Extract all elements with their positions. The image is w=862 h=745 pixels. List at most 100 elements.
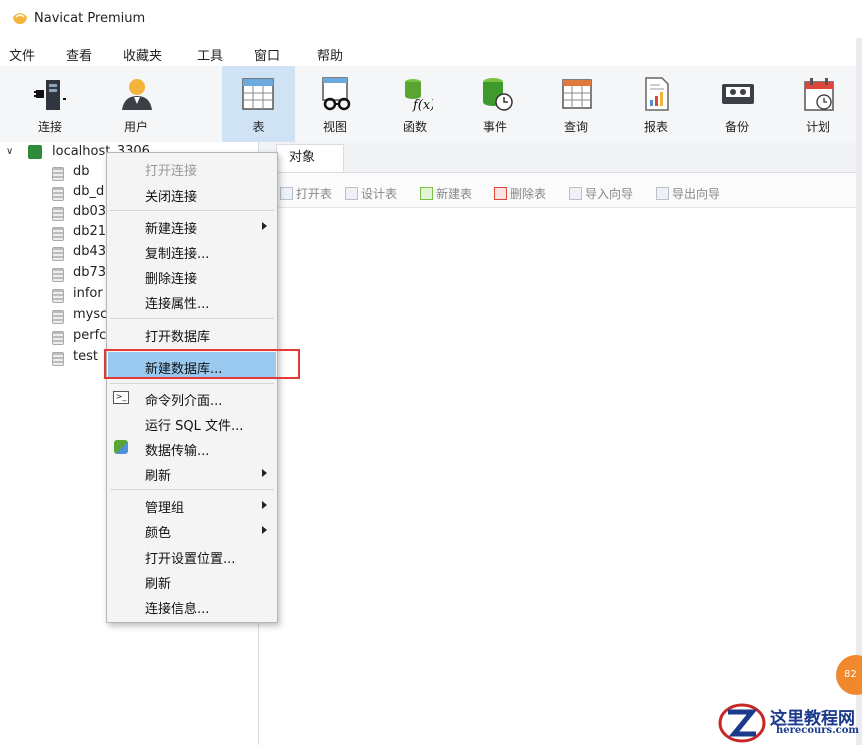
menu-view[interactable]: 查看 (66, 45, 92, 64)
chevron-down-icon[interactable]: ∨ (6, 146, 13, 157)
menu-open-connection[interactable]: 打开连接 (145, 160, 197, 179)
database-icon (52, 268, 64, 282)
tree-db-test[interactable]: test (73, 349, 98, 369)
menu-favorites[interactable]: 收藏夹 (123, 45, 162, 64)
menu-refresh-submenu[interactable]: 刷新 (145, 465, 171, 484)
menu-separator (110, 489, 274, 490)
design-table-button[interactable]: 设计表 (345, 185, 397, 202)
menu-refresh[interactable]: 刷新 (145, 573, 171, 592)
function-icon: f(x) (405, 79, 433, 112)
database-icon (52, 247, 64, 261)
toolbar-function-button[interactable]: f(x) 函数 (382, 66, 448, 142)
menu-separator (110, 210, 274, 211)
navicat-logo-icon (13, 13, 27, 24)
toolbar-view-button[interactable]: 视图 (302, 66, 368, 142)
view-glasses-icon (322, 77, 351, 111)
toolbar-connection-label: 连接 (37, 120, 62, 134)
database-icon (52, 331, 64, 345)
menu-manage-group[interactable]: 管理组 (145, 497, 184, 516)
menu-delete-connection[interactable]: 删除连接 (145, 268, 197, 287)
tree-db-db_d[interactable]: db_d (73, 184, 104, 204)
tree-db-db[interactable]: db (73, 164, 90, 184)
table-icon (242, 78, 274, 110)
backup-icon (722, 84, 754, 104)
menu-command-line[interactable]: 命令列介面... (145, 390, 222, 409)
toolbar-backup-button[interactable]: 备份 (704, 66, 770, 142)
toolbar-report-button[interactable]: 报表 (623, 66, 689, 142)
menu-file[interactable]: 文件 (9, 45, 35, 64)
watermark-url: herecours.com (776, 725, 860, 736)
open-table-icon (280, 187, 293, 200)
menu-open-settings-location[interactable]: 打开设置位置... (145, 548, 235, 567)
query-icon (562, 79, 592, 109)
menu-connection-properties[interactable]: 连接属性... (145, 293, 209, 312)
menu-color[interactable]: 颜色 (145, 522, 171, 541)
tree-db-information[interactable]: infor (73, 286, 103, 306)
svg-text:f(x): f(x) (412, 98, 433, 112)
toolbar-function-label: 函数 (402, 120, 427, 134)
tree-db-db03[interactable]: db03 (73, 204, 106, 224)
tree-db-db73[interactable]: db73 (73, 265, 106, 285)
import-wizard-button[interactable]: 导入向导 (569, 185, 633, 202)
database-icon (52, 289, 64, 303)
toolbar-query-button[interactable]: 查询 (543, 66, 609, 142)
import-icon (569, 187, 582, 200)
toolbar-view-label: 视图 (322, 120, 347, 134)
highlight-annotation-box (104, 349, 300, 379)
title-bar: Navicat Premium (0, 0, 862, 38)
delete-table-label: 删除表 (510, 187, 547, 201)
toolbar-event-button[interactable]: 事件 (462, 66, 528, 142)
menu-data-transfer[interactable]: 数据传输... (145, 440, 209, 459)
menu-new-connection[interactable]: 新建连接 (145, 218, 197, 237)
app-title: Navicat Premium (34, 11, 146, 26)
toolbar-event-label: 事件 (482, 120, 507, 134)
report-icon (645, 77, 669, 111)
connection-mysql-icon (28, 145, 42, 159)
toolbar-table-button[interactable]: 表 (222, 66, 295, 142)
tab-strip (259, 142, 862, 173)
user-icon (122, 79, 152, 110)
submenu-arrow-icon (262, 222, 267, 230)
export-icon (656, 187, 669, 200)
tree-db-performance[interactable]: perfc (73, 328, 106, 348)
toolbar-report-label: 报表 (643, 120, 668, 134)
toolbar-user-label: 用户 (123, 120, 148, 134)
menu-help[interactable]: 帮助 (317, 45, 343, 64)
toolbar-table-label: 表 (252, 120, 265, 134)
delete-table-icon (494, 187, 507, 200)
design-table-label: 设计表 (361, 187, 398, 201)
menu-open-database[interactable]: 打开数据库 (145, 326, 210, 345)
tab-objects[interactable]: 对象 (276, 144, 344, 172)
watermark-logo-icon (718, 703, 766, 743)
terminal-icon: >_ (113, 391, 129, 404)
toolbar-schedule-button[interactable]: 计划 (785, 66, 851, 142)
export-wizard-button[interactable]: 导出向导 (656, 185, 720, 202)
open-table-button[interactable]: 打开表 (280, 185, 332, 202)
floating-badge[interactable]: 82 (836, 655, 862, 695)
menu-run-sql-file[interactable]: 运行 SQL 文件... (145, 415, 243, 434)
database-icon (52, 167, 64, 181)
database-icon (52, 310, 64, 324)
menu-close-connection[interactable]: 关闭连接 (145, 186, 197, 205)
tree-db-db21[interactable]: db21 (73, 224, 106, 244)
database-icon (52, 207, 64, 221)
menu-duplicate-connection[interactable]: 复制连接... (145, 243, 209, 262)
menu-separator (110, 383, 274, 384)
submenu-arrow-icon (262, 526, 267, 534)
menu-connection-info[interactable]: 连接信息... (145, 598, 209, 617)
watermark: 这里教程网 herecours.com (718, 702, 862, 745)
menu-tools[interactable]: 工具 (197, 45, 223, 64)
tree-db-mysql[interactable]: mysc (73, 307, 107, 327)
export-wizard-label: 导出向导 (672, 187, 721, 201)
delete-table-button[interactable]: 删除表 (494, 185, 546, 202)
database-icon (52, 227, 64, 241)
event-clock-icon (483, 78, 513, 111)
tree-db-db43[interactable]: db43 (73, 244, 106, 264)
toolbar-query-label: 查询 (563, 120, 588, 134)
submenu-arrow-icon (262, 501, 267, 509)
menu-window[interactable]: 窗口 (254, 45, 280, 64)
toolbar-user-button[interactable]: 用户 (103, 66, 169, 142)
new-table-button[interactable]: 新建表 (420, 185, 472, 202)
open-table-label: 打开表 (296, 187, 333, 201)
toolbar-connection-button[interactable]: 连接 (17, 66, 83, 142)
